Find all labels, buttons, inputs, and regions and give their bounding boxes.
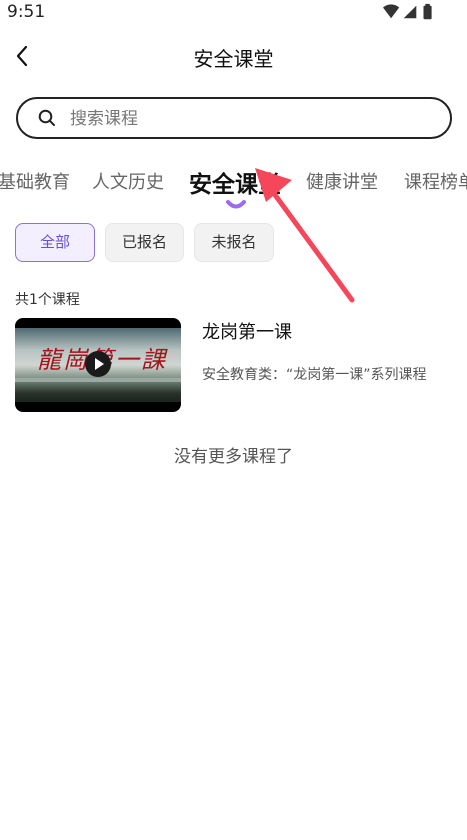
active-tab-indicator [226,200,246,209]
status-bar: 9:51 [0,0,467,26]
tab-safety-class[interactable]: 安全课堂 [189,165,281,199]
filter-all-chip[interactable]: 全部 [15,223,95,262]
tab-basic-education[interactable]: 基础教育 [0,168,70,194]
page-title: 安全课堂 [193,47,274,71]
course-count: 共1个课程 [15,292,80,308]
status-time: 9:51 [7,2,46,22]
nav-bar: 安全课堂 [0,34,467,78]
filter-not-enrolled-chip[interactable]: 未报名 [194,223,274,262]
status-icons [383,3,432,20]
wifi-icon [383,4,400,19]
play-button[interactable] [85,351,111,377]
thumbnail-strip [15,378,181,382]
search-input[interactable] [68,105,432,133]
signal-icon [403,5,417,19]
course-description: 安全教育类：“龙岗第一课”系列课程 [202,367,427,383]
course-card[interactable]: 龍崗第一課 龙岗第一课 安全教育类：“龙岗第一课”系列课程 [15,318,455,412]
tab-course-ranking[interactable]: 课程榜单 [404,168,467,194]
course-thumbnail[interactable]: 龍崗第一課 [15,318,181,412]
course-title: 龙岗第一课 [202,322,292,343]
search-box[interactable] [16,97,452,139]
filter-enrolled-chip[interactable]: 已报名 [105,223,184,262]
search-icon [38,109,55,126]
tab-health-lecture[interactable]: 健康讲堂 [306,168,378,194]
play-icon [95,358,104,370]
no-more-courses-text: 没有更多课程了 [174,447,293,467]
tab-humanities-history[interactable]: 人文历史 [92,168,164,194]
category-tabs: 基础教育 人文历史 安全课堂 健康讲堂 课程榜单 [0,162,467,202]
battery-icon [423,3,432,20]
